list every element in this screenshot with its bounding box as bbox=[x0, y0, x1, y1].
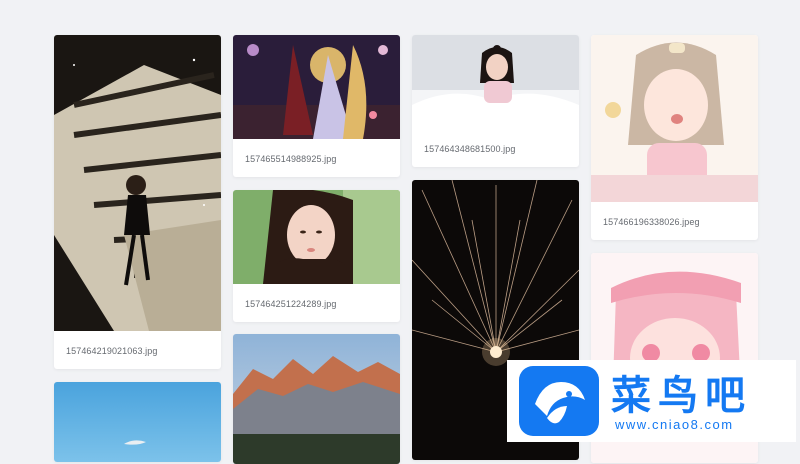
site-watermark: 菜鸟吧 www.cniao8.com bbox=[507, 360, 796, 442]
thumbnail-image[interactable] bbox=[54, 382, 221, 462]
watermark-title: 菜鸟吧 bbox=[611, 373, 752, 419]
thumbnail-image[interactable] bbox=[233, 35, 400, 139]
thumbnail-image[interactable] bbox=[233, 190, 400, 284]
image-filename: 157464219021063.jpg bbox=[66, 346, 158, 356]
gallery-card-portrait-girl[interactable]: 157464251224289.jpg bbox=[233, 190, 400, 322]
watermark-url: www.cniao8.com bbox=[615, 417, 734, 432]
gallery-card-cartoon-girl[interactable]: 157466196338026.jpeg bbox=[591, 35, 758, 240]
image-filename: 157466196338026.jpeg bbox=[603, 217, 700, 227]
thumbnail-image[interactable] bbox=[591, 35, 758, 202]
image-filename: 157464251224289.jpg bbox=[245, 299, 337, 309]
thumbnail-image[interactable] bbox=[412, 35, 579, 129]
gallery-card-anime[interactable]: 157465514988925.jpg bbox=[233, 35, 400, 177]
gallery-card-sky[interactable] bbox=[54, 382, 221, 462]
bird-logo-icon bbox=[519, 366, 599, 436]
thumbnail-image[interactable] bbox=[233, 334, 400, 464]
thumbnail-image[interactable] bbox=[54, 35, 221, 331]
gallery-card-piano[interactable]: 157464219021063.jpg bbox=[54, 35, 221, 369]
gallery-card-mountains[interactable] bbox=[233, 334, 400, 464]
gallery-card-bed-girl[interactable]: 157464348681500.jpg bbox=[412, 35, 579, 167]
image-filename: 157465514988925.jpg bbox=[245, 154, 337, 164]
image-filename: 157464348681500.jpg bbox=[424, 144, 516, 154]
